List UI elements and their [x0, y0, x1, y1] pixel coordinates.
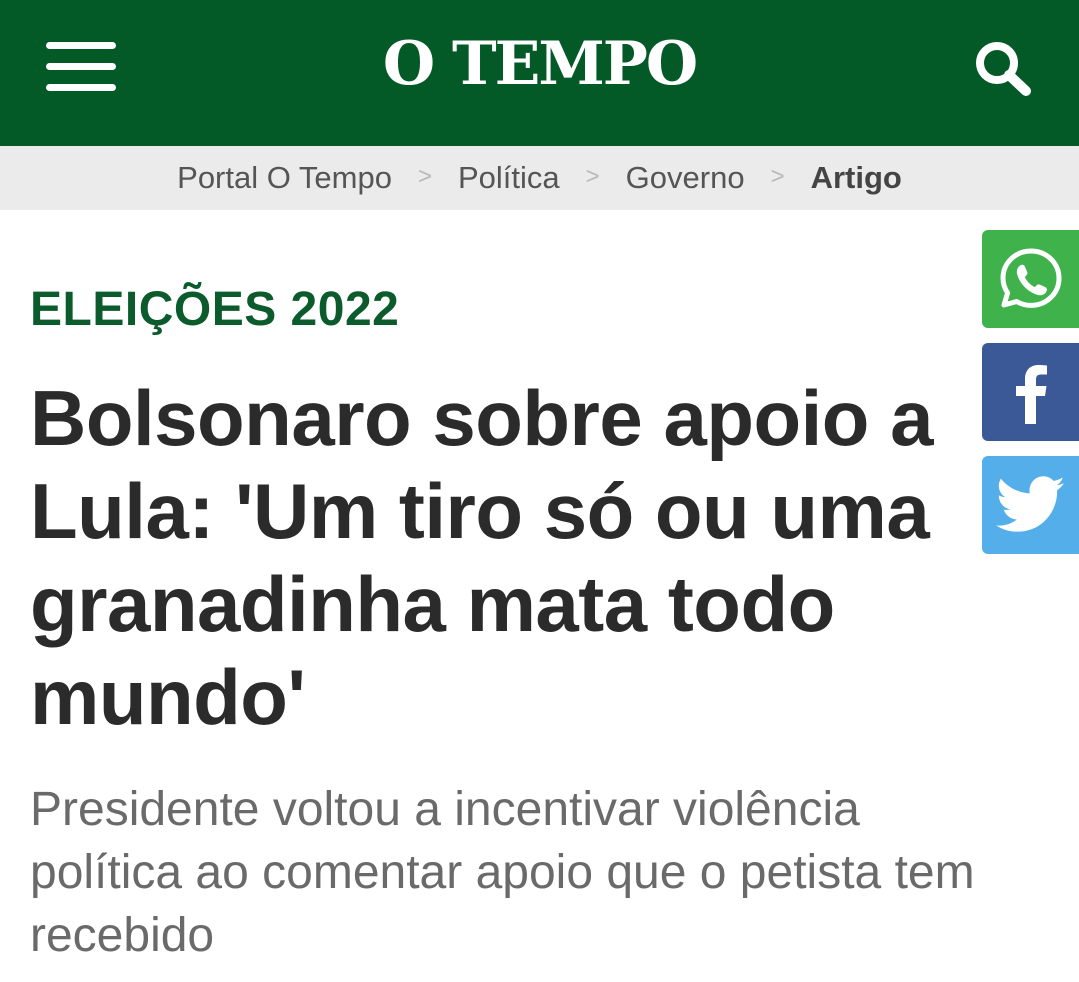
hamburger-menu-icon[interactable]: [46, 42, 116, 92]
breadcrumb-item-governo[interactable]: Governo: [626, 160, 745, 196]
share-twitter-button[interactable]: [982, 456, 1079, 554]
menu-bar: [46, 84, 116, 91]
share-facebook-button[interactable]: [982, 343, 1079, 441]
menu-bar: [46, 63, 116, 70]
article-subtitle: Presidente voltou a incentivar violência…: [30, 783, 975, 962]
breadcrumb-separator: >: [585, 163, 600, 190]
share-whatsapp-button[interactable]: [982, 230, 1079, 328]
breadcrumb-item-politica[interactable]: Política: [458, 160, 560, 196]
breadcrumb-separator: >: [417, 163, 432, 190]
breadcrumb: Portal O Tempo > Política > Governo > Ar…: [0, 146, 1079, 210]
article-title: Bolsonaro sobre apoio a Lula: 'Um tiro s…: [30, 374, 933, 741]
whatsapp-icon: [1000, 248, 1061, 308]
article-kicker[interactable]: ELEIÇÕES 2022: [30, 278, 399, 342]
breadcrumb-item-portal[interactable]: Portal O Tempo: [177, 160, 392, 196]
menu-bar: [46, 42, 116, 49]
breadcrumb-current: Artigo: [810, 160, 902, 195]
search-icon[interactable]: [972, 38, 1036, 96]
site-logo[interactable]: O TEMPO: [0, 26, 1079, 102]
twitter-icon: [995, 476, 1065, 532]
breadcrumb-separator: >: [770, 163, 785, 190]
site-header: O TEMPO: [0, 0, 1079, 146]
facebook-icon: [1015, 365, 1047, 424]
